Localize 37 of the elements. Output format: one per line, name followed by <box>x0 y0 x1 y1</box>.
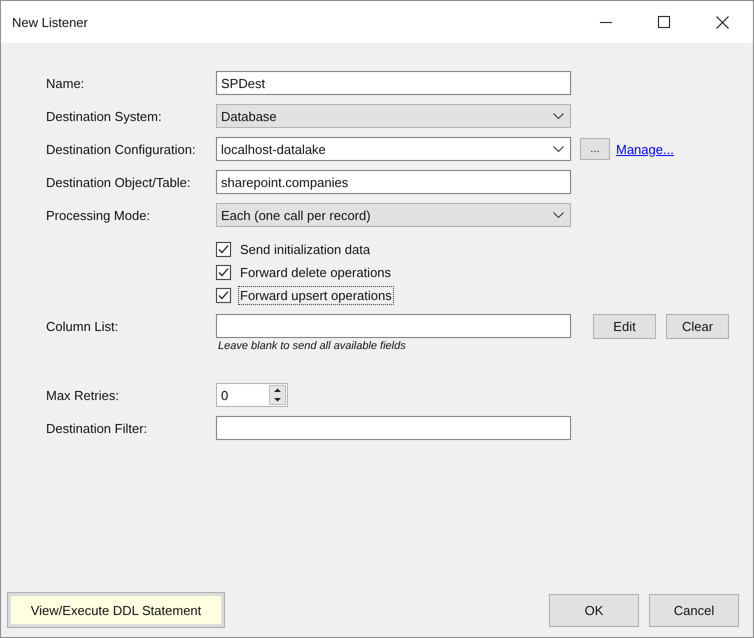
maximize-icon[interactable] <box>658 16 670 28</box>
filter-field[interactable] <box>216 416 571 440</box>
field-label: Destination Object/Table: <box>46 174 192 190</box>
text-field[interactable]: SPDest <box>216 71 571 95</box>
field-label: Column List: <box>46 318 120 334</box>
checkbox[interactable] <box>216 288 231 303</box>
spin-arrows-icon[interactable] <box>269 385 286 405</box>
field-label: Processing Mode: <box>46 208 152 222</box>
column-list-field[interactable] <box>216 314 571 338</box>
checkbox[interactable] <box>216 265 231 280</box>
number-spinner[interactable]: 0 <box>216 383 288 407</box>
ddl-button[interactable]: View/Execute DDL Statement <box>8 593 224 627</box>
field-label: Name: <box>46 76 86 90</box>
window-title: New Listener <box>12 14 88 30</box>
field-label: Destination Filter: <box>46 420 148 436</box>
dropdown[interactable]: Database <box>216 104 571 128</box>
manage-link[interactable]: Manage... <box>616 142 674 156</box>
chevron-icon <box>553 146 564 152</box>
chevron-icon <box>553 113 564 119</box>
browse-button[interactable]: ... <box>580 138 610 160</box>
dialog-button[interactable]: OK <box>549 594 639 626</box>
field-label: Destination System: <box>46 108 163 124</box>
combo-box[interactable]: localhost-datalake <box>216 137 571 161</box>
checkbox-label[interactable]: Forward upsert operations <box>238 286 394 305</box>
dialog-button[interactable]: Edit <box>593 314 656 338</box>
checkbox[interactable] <box>216 242 231 257</box>
close-icon[interactable] <box>716 16 729 28</box>
dropdown[interactable]: Each (one call per record) <box>216 203 571 227</box>
field-label: Destination Configuration: <box>46 142 197 156</box>
field-label: Max Retries: <box>46 388 120 402</box>
dialog-button[interactable]: Clear <box>666 314 729 338</box>
chevron-icon <box>553 212 564 218</box>
text-field[interactable]: sharepoint.companies <box>216 170 571 194</box>
checkbox-label[interactable]: Send initialization data <box>238 240 372 259</box>
dialog-button[interactable]: Cancel <box>649 594 739 626</box>
hint-text: Leave blank to send all available fields <box>217 340 407 352</box>
checkbox-label[interactable]: Forward delete operations <box>238 263 394 282</box>
